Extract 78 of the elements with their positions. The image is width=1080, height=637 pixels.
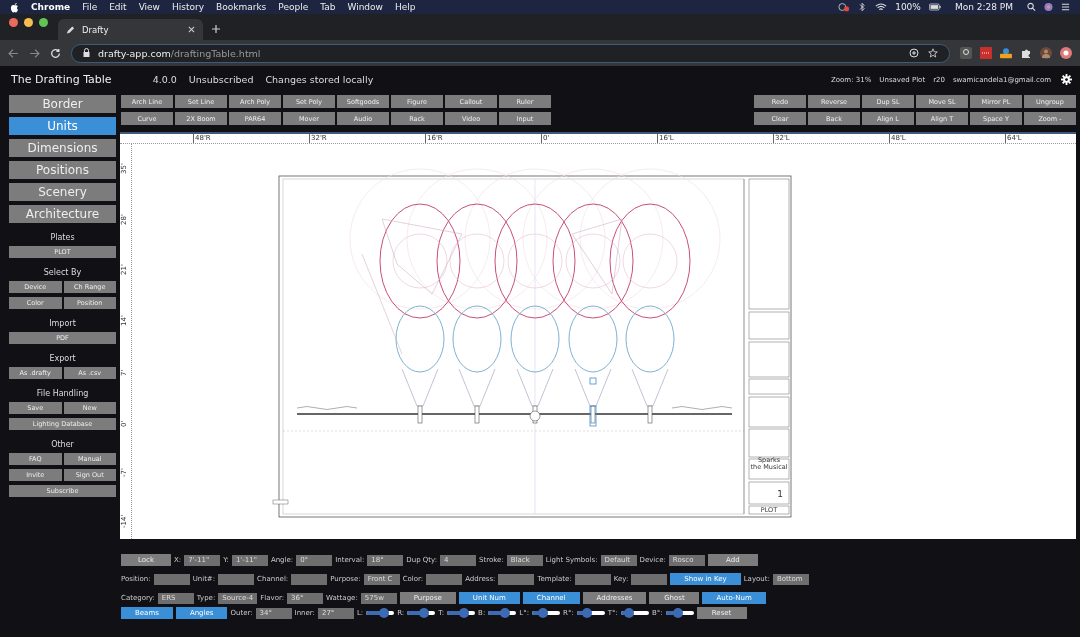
input-field[interactable] bbox=[153, 573, 190, 585]
menu-item[interactable]: Bookmarks bbox=[216, 2, 267, 12]
close-window-button[interactable] bbox=[9, 17, 18, 27]
section-title: Plates bbox=[49, 233, 76, 242]
storage-status: Changes stored locally bbox=[265, 74, 374, 85]
address-field[interactable]: drafty-app.com/draftingTable.html bbox=[71, 43, 950, 63]
puzzle-icon[interactable] bbox=[1020, 47, 1032, 59]
version-label: 4.0.0 bbox=[152, 74, 177, 85]
menu-item[interactable]: Edit bbox=[109, 2, 127, 12]
star-icon[interactable] bbox=[927, 48, 939, 58]
siri-icon[interactable] bbox=[1044, 2, 1053, 12]
plate-number: 1 bbox=[777, 489, 783, 499]
minimize-window-button[interactable] bbox=[24, 17, 33, 27]
mode-button[interactable]: Dimensions bbox=[9, 139, 116, 157]
slider-thumb[interactable] bbox=[624, 608, 635, 618]
menu-item[interactable]: Window bbox=[347, 2, 383, 12]
menu-item[interactable]: People bbox=[278, 2, 309, 12]
lock-icon bbox=[82, 48, 91, 58]
bluetooth-icon[interactable] bbox=[858, 2, 868, 12]
avatar-icon[interactable] bbox=[1040, 47, 1052, 59]
mode-button[interactable]: Border bbox=[9, 95, 116, 113]
slider-thumb[interactable] bbox=[581, 608, 592, 618]
back-arrow-icon[interactable] bbox=[8, 47, 19, 59]
input-field[interactable] bbox=[291, 573, 328, 585]
slider-track[interactable] bbox=[576, 611, 605, 615]
slider-thumb[interactable] bbox=[458, 608, 469, 618]
slider-thumb[interactable] bbox=[673, 608, 684, 618]
slider-track[interactable] bbox=[620, 611, 649, 615]
slider-thumb[interactable] bbox=[538, 608, 549, 618]
slider-track[interactable] bbox=[407, 611, 436, 615]
wifi-icon[interactable] bbox=[875, 2, 888, 12]
battery-icon[interactable] bbox=[928, 2, 941, 12]
menu-item[interactable]: File bbox=[82, 2, 98, 12]
menu-list-icon[interactable] bbox=[1061, 2, 1070, 12]
slider-thumb[interactable] bbox=[500, 608, 511, 618]
search-icon[interactable] bbox=[1027, 2, 1036, 12]
input-field[interactable] bbox=[631, 573, 668, 585]
forward-arrow-icon[interactable] bbox=[29, 47, 40, 59]
section-title: File Handling bbox=[35, 389, 90, 398]
input-field[interactable] bbox=[498, 573, 535, 585]
section-title: Select By bbox=[42, 268, 83, 277]
mode-button[interactable]: Architecture bbox=[9, 205, 116, 223]
clock[interactable]: Mon 2:28 PM bbox=[954, 2, 1013, 12]
reload-icon[interactable] bbox=[50, 47, 61, 59]
pencil-icon bbox=[66, 24, 75, 35]
extension-icon[interactable] bbox=[1060, 47, 1072, 59]
input-field[interactable] bbox=[574, 573, 611, 585]
slider-track[interactable] bbox=[366, 611, 395, 615]
section-title: Other bbox=[50, 440, 75, 449]
extension-icon[interactable] bbox=[1000, 47, 1012, 59]
maximize-window-button[interactable] bbox=[39, 17, 48, 27]
menu-item[interactable]: View bbox=[138, 2, 160, 12]
close-icon[interactable] bbox=[188, 26, 195, 33]
mode-button[interactable]: Scenery bbox=[9, 183, 116, 201]
menu-app-name[interactable]: Chrome bbox=[31, 2, 71, 12]
section-title: Export bbox=[48, 354, 77, 363]
slider-track[interactable] bbox=[488, 611, 517, 615]
app-title: The Drafting Table bbox=[11, 73, 112, 86]
menu-item[interactable]: History bbox=[172, 2, 204, 12]
input-field[interactable] bbox=[426, 573, 463, 585]
slider-track[interactable] bbox=[532, 611, 561, 615]
slider-thumb[interactable] bbox=[419, 608, 429, 618]
extension-icon[interactable] bbox=[960, 47, 972, 59]
menu-item[interactable]: Tab bbox=[320, 2, 336, 12]
section-title: Import bbox=[48, 319, 77, 328]
subscription-status: Unsubscribed bbox=[188, 74, 254, 85]
input-field[interactable] bbox=[218, 573, 255, 585]
mode-button[interactable]: Positions bbox=[9, 161, 116, 179]
slider-track[interactable] bbox=[447, 611, 476, 615]
slider-thumb[interactable] bbox=[379, 608, 390, 618]
new-tab-icon[interactable] bbox=[211, 24, 221, 34]
browser-tab[interactable]: Drafty bbox=[58, 19, 203, 40]
battery-percent: 100% bbox=[895, 2, 921, 12]
menu-item[interactable]: Help bbox=[394, 2, 416, 12]
add-circle-icon[interactable] bbox=[908, 48, 920, 58]
settings-icon[interactable] bbox=[1061, 74, 1072, 85]
mode-button[interactable]: Units bbox=[9, 117, 116, 135]
slider-track[interactable] bbox=[665, 611, 694, 615]
